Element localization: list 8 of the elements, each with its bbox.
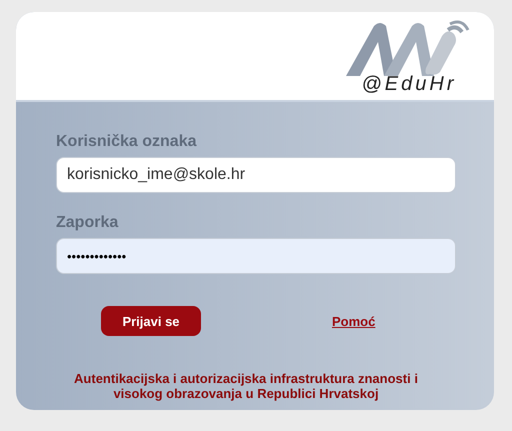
username-field[interactable]: korisnicko_ime@skole.hr <box>56 157 456 193</box>
help-link[interactable]: Pomoć <box>332 314 376 328</box>
logo-tagline: @EduHr <box>362 74 456 94</box>
login-button[interactable]: Prijavi se <box>101 306 201 336</box>
password-field[interactable]: ••••••••••••• <box>56 238 456 274</box>
field-label: Korisnička oznaka <box>56 133 198 151</box>
footer-text: Autentikacijska i autorizacijska infrastruktura znanosti i visokog obrazovanja u Republici Hrvatskoj <box>73 371 419 401</box>
field-label: Zaporka <box>56 214 120 232</box>
